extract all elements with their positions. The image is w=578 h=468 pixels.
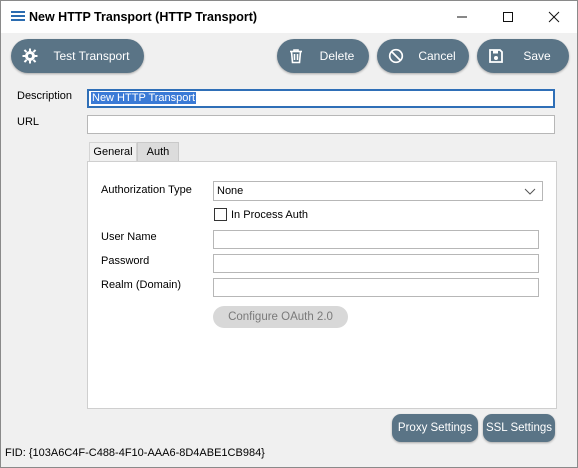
maximize-icon[interactable] bbox=[485, 1, 531, 33]
url-label: URL bbox=[17, 116, 40, 128]
close-icon[interactable] bbox=[531, 1, 577, 33]
authorization-type-value: None bbox=[217, 185, 244, 197]
password-input[interactable] bbox=[213, 254, 539, 273]
authorization-type-label: Authorization Type bbox=[101, 184, 192, 196]
window-title: New HTTP Transport (HTTP Transport) bbox=[29, 10, 258, 24]
configure-oauth-button[interactable]: Configure OAuth 2.0 bbox=[213, 306, 348, 328]
delete-button[interactable]: Delete bbox=[277, 39, 369, 73]
title-bar: New HTTP Transport (HTTP Transport) bbox=[1, 1, 577, 33]
description-label: Description bbox=[17, 90, 73, 102]
in-process-auth-checkbox[interactable] bbox=[214, 208, 227, 221]
delete-label: Delete bbox=[319, 49, 355, 63]
ssl-settings-button[interactable]: SSL Settings bbox=[483, 414, 555, 442]
prohibited-icon bbox=[387, 47, 405, 65]
cancel-button[interactable]: Cancel bbox=[377, 39, 469, 73]
cancel-label: Cancel bbox=[418, 49, 456, 63]
url-input[interactable] bbox=[87, 115, 555, 134]
tab-auth[interactable]: Auth bbox=[137, 142, 179, 161]
minimize-icon[interactable] bbox=[439, 1, 485, 33]
test-transport-label: Test Transport bbox=[53, 49, 130, 63]
transport-window: New HTTP Transport (HTTP Transport) Test… bbox=[0, 0, 578, 468]
floppy-disk-icon bbox=[487, 47, 505, 65]
realm-label: Realm (Domain) bbox=[101, 279, 182, 291]
username-input[interactable] bbox=[213, 230, 539, 249]
in-process-auth-label: In Process Auth bbox=[231, 209, 309, 221]
description-input[interactable]: New HTTP Transport bbox=[87, 89, 555, 108]
tab-general[interactable]: General bbox=[89, 142, 137, 161]
password-label: Password bbox=[101, 255, 150, 267]
authorization-type-select[interactable]: None bbox=[213, 181, 543, 201]
realm-input[interactable] bbox=[213, 278, 539, 297]
trash-icon bbox=[287, 47, 305, 65]
save-button[interactable]: Save bbox=[477, 39, 569, 73]
username-label: User Name bbox=[101, 231, 157, 243]
description-value: New HTTP Transport bbox=[91, 92, 197, 104]
fid-text: FID: {103A6C4F-C488-4F10-AAA6-8D4ABE1CB9… bbox=[5, 447, 265, 459]
chevron-down-icon bbox=[524, 185, 536, 197]
gear-icon bbox=[21, 47, 39, 65]
proxy-settings-button[interactable]: Proxy Settings bbox=[392, 414, 478, 442]
test-transport-button[interactable]: Test Transport bbox=[11, 39, 144, 73]
hamburger-menu-icon[interactable] bbox=[11, 11, 25, 23]
save-label: Save bbox=[523, 49, 551, 63]
